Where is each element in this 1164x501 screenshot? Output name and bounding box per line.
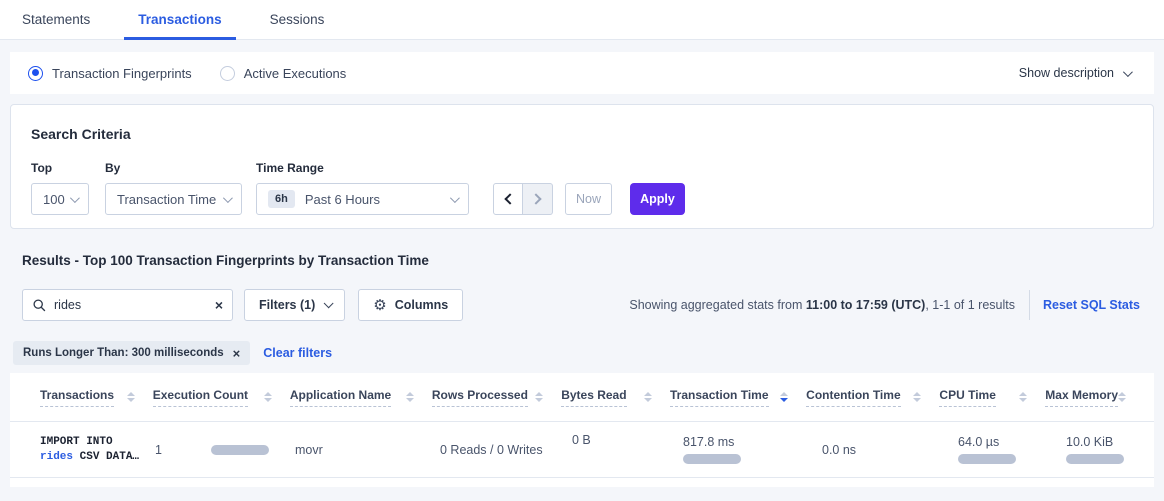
- column-header-execution-count[interactable]: Execution Count: [153, 388, 290, 407]
- by-select-value: Transaction Time: [117, 192, 216, 207]
- transaction-time-bar: [683, 454, 741, 464]
- chevron-right-icon: [530, 193, 541, 204]
- cell-execution-count: 1: [155, 443, 295, 457]
- cell-bytes-read: 0 B: [572, 433, 683, 447]
- time-range-badge: 6h: [268, 190, 295, 208]
- remove-filter-icon[interactable]: ×: [233, 347, 241, 360]
- chevron-down-icon: [450, 193, 460, 203]
- active-filters-row: Runs Longer Than: 300 milliseconds × Cle…: [13, 341, 1164, 365]
- reset-sql-stats-link[interactable]: Reset SQL Stats: [1043, 298, 1140, 312]
- search-criteria-title: Search Criteria: [31, 126, 1133, 142]
- column-header-contention-time[interactable]: Contention Time: [806, 388, 939, 407]
- show-description-toggle[interactable]: Show description: [1019, 66, 1130, 80]
- by-select[interactable]: Transaction Time: [105, 183, 242, 215]
- time-range-select[interactable]: 6h Past 6 Hours: [256, 183, 469, 215]
- time-range-value: Past 6 Hours: [305, 192, 380, 207]
- column-header-max-memory[interactable]: Max Memory: [1045, 388, 1144, 407]
- columns-button[interactable]: ⚙ Columns: [358, 289, 463, 321]
- column-header-bytes-read[interactable]: Bytes Read: [561, 388, 670, 407]
- sort-icon[interactable]: [264, 392, 272, 403]
- results-title: Results - Top 100 Transaction Fingerprin…: [22, 253, 1164, 268]
- max-memory-bar: [1066, 454, 1124, 464]
- results-table: Transactions Execution Count Application…: [10, 373, 1154, 487]
- cell-transaction-time: 817.8 ms: [683, 435, 822, 464]
- vertical-divider: [1029, 290, 1030, 320]
- search-box: ×: [22, 289, 233, 321]
- filters-button[interactable]: Filters (1): [244, 289, 345, 321]
- cell-rows-processed: 0 Reads / 0 Writes: [440, 443, 572, 457]
- filter-chip-label: Runs Longer Than: 300 milliseconds: [23, 347, 224, 359]
- tab-statements[interactable]: Statements: [8, 0, 104, 39]
- sort-icon[interactable]: [1019, 392, 1027, 403]
- columns-label: Columns: [395, 298, 448, 312]
- now-button[interactable]: Now: [565, 183, 612, 215]
- cell-cpu-time: 64.0 µs: [958, 435, 1066, 464]
- results-toolbar: × Filters (1) ⚙ Columns Showing aggregat…: [22, 288, 1140, 322]
- tab-bar: Statements Transactions Sessions: [0, 0, 1164, 40]
- sort-icon[interactable]: [406, 392, 414, 403]
- filter-chip-runs-longer-than: Runs Longer Than: 300 milliseconds ×: [13, 341, 250, 365]
- chevron-down-icon: [324, 298, 334, 308]
- sort-icon[interactable]: [127, 392, 135, 403]
- radio-unselected-icon: [220, 66, 235, 81]
- top-label: Top: [31, 161, 105, 175]
- transactions-page: Statements Transactions Sessions Transac…: [0, 0, 1164, 487]
- chevron-down-icon: [70, 193, 80, 203]
- tab-transactions[interactable]: Transactions: [124, 0, 235, 39]
- column-header-transaction-time[interactable]: Transaction Time: [670, 388, 806, 407]
- column-header-rows-processed[interactable]: Rows Processed: [432, 388, 561, 407]
- time-range-label: Time Range: [256, 161, 493, 175]
- filters-label: Filters (1): [259, 298, 315, 312]
- top-select-value: 100: [43, 192, 65, 207]
- table-link-rides[interactable]: rides: [40, 451, 73, 463]
- radio-active-executions[interactable]: Active Executions: [220, 66, 347, 81]
- clear-filters-link[interactable]: Clear filters: [263, 346, 332, 360]
- column-header-transactions[interactable]: Transactions: [40, 388, 153, 407]
- tab-sessions[interactable]: Sessions: [256, 0, 339, 39]
- chevron-down-icon: [1123, 67, 1133, 77]
- table-header-row: Transactions Execution Count Application…: [10, 373, 1154, 422]
- aggregated-stats-text: Showing aggregated stats from 11:00 to 1…: [629, 298, 1015, 312]
- apply-button[interactable]: Apply: [630, 183, 685, 215]
- time-nav-group: [493, 183, 553, 215]
- radio-label: Transaction Fingerprints: [52, 66, 192, 81]
- time-prev-button[interactable]: [493, 183, 523, 215]
- chevron-down-icon: [223, 193, 233, 203]
- cell-contention-time: 0.0 ns: [822, 443, 958, 457]
- chevron-left-icon: [504, 193, 515, 204]
- cell-max-memory: 10.0 KiB: [1066, 435, 1144, 464]
- view-toggle-bar: Transaction Fingerprints Active Executio…: [10, 52, 1154, 94]
- show-description-label: Show description: [1019, 66, 1114, 80]
- search-input[interactable]: [54, 298, 215, 312]
- sort-icon[interactable]: [535, 392, 543, 403]
- search-criteria-card: Search Criteria Top 100 By Transaction T…: [10, 104, 1154, 229]
- column-header-cpu-time[interactable]: CPU Time: [939, 388, 1045, 407]
- clear-search-icon[interactable]: ×: [215, 298, 223, 312]
- cell-application-name: movr: [295, 443, 440, 457]
- cpu-time-bar: [958, 454, 1016, 464]
- execution-count-bar: [211, 445, 269, 455]
- radio-transaction-fingerprints[interactable]: Transaction Fingerprints: [28, 66, 192, 81]
- cell-transaction-fingerprint[interactable]: IMPORT INTO rides CSV DATA…: [40, 435, 155, 465]
- by-label: By: [105, 161, 256, 175]
- stats-time-range: 11:00 to 17:59 (UTC): [806, 298, 925, 312]
- table-row: IMPORT INTO rides CSV DATA… 1 movr 0 Rea…: [10, 422, 1154, 478]
- radio-label: Active Executions: [244, 66, 347, 81]
- sort-icon[interactable]: [644, 392, 652, 403]
- sort-icon[interactable]: [913, 392, 921, 403]
- time-next-button[interactable]: [523, 183, 553, 215]
- gear-icon: ⚙: [373, 298, 386, 313]
- top-select[interactable]: 100: [31, 183, 89, 215]
- sort-icon-active-desc[interactable]: [780, 392, 788, 403]
- sort-icon[interactable]: [1118, 392, 1126, 403]
- search-icon: [33, 299, 46, 312]
- radio-selected-icon: [28, 66, 43, 81]
- column-header-application-name[interactable]: Application Name: [290, 388, 432, 407]
